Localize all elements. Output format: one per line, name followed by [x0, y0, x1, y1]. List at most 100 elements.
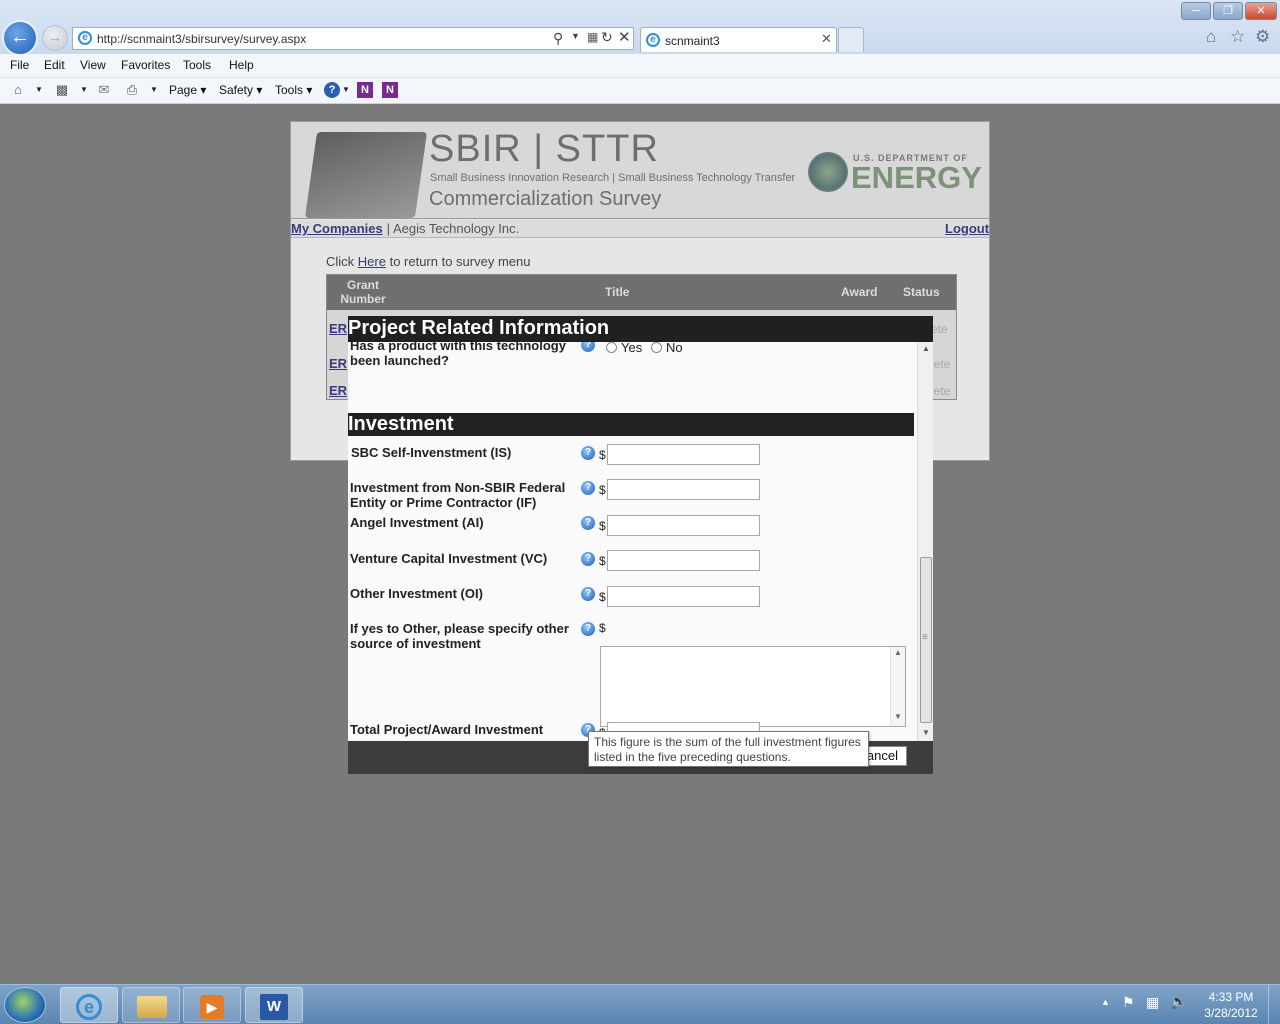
grant-link[interactable]: ER	[329, 383, 347, 398]
home-icon[interactable]: ⌂	[1206, 27, 1216, 47]
col-title: Title	[605, 285, 630, 299]
return-text-after: to return to survey menu	[385, 254, 531, 269]
help-dropdown-icon[interactable]: ▼	[342, 85, 350, 94]
federal-investment-input[interactable]	[607, 479, 760, 500]
self-investment-input[interactable]	[607, 444, 760, 465]
back-button[interactable]: ←	[2, 20, 38, 56]
scroll-up-icon[interactable]: ▲	[922, 344, 930, 353]
help-icon[interactable]: ?	[581, 342, 595, 352]
logout-link[interactable]: Logout	[945, 221, 989, 236]
taskbar-media-button[interactable]: ▶	[183, 987, 241, 1023]
system-clock[interactable]: 4:33 PM 3/28/2012	[1196, 989, 1266, 1021]
col-award: Award	[841, 285, 878, 299]
dialog-title: Project Related Information	[348, 316, 933, 342]
taskbar: e ▶ W ▲ ⚑ ▦ 🔈 4:33 PM 3/28/2012	[0, 984, 1280, 1024]
safety-menu[interactable]: Safety ▾	[219, 83, 262, 97]
project-info-dialog: Project Related Information Has a produc…	[348, 316, 933, 774]
favorites-star-icon[interactable]: ☆	[1230, 27, 1245, 47]
grants-table-header: Grant Number Title Award Status	[327, 275, 956, 310]
minimize-button[interactable]: ─	[1181, 2, 1211, 20]
network-icon[interactable]: ▦	[1146, 994, 1159, 1011]
help-cmd-icon[interactable]: ?	[324, 82, 340, 98]
show-hidden-icons[interactable]: ▲	[1101, 997, 1110, 1007]
menu-tools[interactable]: Tools	[183, 58, 211, 72]
search-icon[interactable]: ⚲	[553, 30, 563, 47]
field-label-ai: Angel Investment (AI)	[350, 515, 484, 530]
feeds-icon[interactable]: ▩	[54, 82, 70, 98]
volume-icon[interactable]: 🔈	[1170, 993, 1187, 1010]
start-button[interactable]	[4, 987, 46, 1023]
investment-section-header: Investment	[348, 413, 914, 436]
grant-link[interactable]: ER	[329, 321, 347, 336]
row-status: ete	[931, 322, 948, 336]
venture-capital-input[interactable]	[607, 550, 760, 571]
dialog-scrollbar[interactable]: ▲ ≡ ▼	[917, 342, 933, 741]
clock-time: 4:33 PM	[1208, 990, 1254, 1004]
close-window-button[interactable]: ✕	[1245, 2, 1277, 20]
grant-link[interactable]: ER	[329, 356, 347, 371]
radio-yes[interactable]	[606, 342, 617, 353]
banner-brand: SBIR | STTR	[429, 128, 659, 170]
grip-icon: ≡	[922, 632, 928, 643]
field-label-oi: Other Investment (OI)	[350, 586, 483, 601]
menu-favorites[interactable]: Favorites	[121, 58, 170, 72]
menu-view[interactable]: View	[80, 58, 106, 72]
other-source-textarea[interactable]: ▲ ▼	[600, 646, 906, 727]
taskbar-ie-button[interactable]: e	[60, 987, 118, 1023]
radio-no[interactable]	[651, 342, 662, 353]
page-menu[interactable]: Page ▾	[169, 83, 206, 97]
help-icon[interactable]: ?	[581, 516, 595, 530]
other-investment-input[interactable]	[607, 586, 760, 607]
browser-tab-active[interactable]: e scnmaint3 ✕	[640, 27, 837, 52]
onenote-icon[interactable]: N	[357, 82, 373, 98]
restore-button[interactable]: ❐	[1213, 2, 1243, 20]
show-desktop-button[interactable]	[1268, 985, 1280, 1024]
ie-page-icon: e	[78, 31, 92, 45]
feeds-dropdown-icon[interactable]: ▼	[80, 85, 88, 94]
doe-energy-text: ENERGY	[851, 160, 982, 195]
forward-button[interactable]: →	[42, 25, 68, 51]
new-tab-button[interactable]	[838, 27, 864, 52]
folder-icon	[137, 996, 167, 1018]
action-center-flag-icon[interactable]: ⚑	[1122, 994, 1135, 1011]
stop-icon[interactable]: ✕	[618, 28, 631, 46]
help-icon[interactable]: ?	[581, 481, 595, 495]
scroll-down-icon[interactable]: ▼	[894, 712, 902, 721]
print-dropdown-icon[interactable]: ▼	[150, 85, 158, 94]
help-icon[interactable]: ?	[581, 587, 595, 601]
address-url[interactable]: http://scnmaint3/sbirsurvey/survey.aspx	[97, 32, 306, 46]
mail-icon[interactable]: ✉	[96, 82, 112, 98]
textarea-scrollbar[interactable]: ▲ ▼	[890, 647, 905, 726]
radio-no-label: No	[666, 342, 683, 355]
help-icon[interactable]: ?	[581, 552, 595, 566]
address-bar[interactable]: e http://scnmaint3/sbirsurvey/survey.asp…	[72, 27, 634, 50]
taskbar-word-button[interactable]: W	[245, 987, 303, 1023]
onenote-linked-icon[interactable]: N	[382, 82, 398, 98]
print-icon[interactable]: ⎙	[124, 82, 140, 98]
settings-gear-icon[interactable]: ⚙	[1255, 27, 1270, 47]
angel-investment-input[interactable]	[607, 515, 760, 536]
menu-edit[interactable]: Edit	[44, 58, 65, 72]
field-label-if: Investment from Non-SBIR Federal Entity …	[350, 480, 566, 510]
home-dropdown-icon[interactable]: ▼	[35, 85, 43, 94]
tab-title: scnmaint3	[665, 34, 720, 48]
return-here-link[interactable]: Here	[358, 254, 386, 269]
help-icon[interactable]: ?	[581, 446, 595, 460]
compatibility-view-icon[interactable]: ▦	[587, 30, 598, 44]
my-companies-link[interactable]: My Companies	[291, 221, 383, 236]
menu-file[interactable]: File	[10, 58, 29, 72]
help-icon[interactable]: ?	[581, 622, 595, 636]
tab-ie-icon: e	[646, 33, 660, 47]
scroll-down-icon[interactable]: ▼	[922, 728, 930, 737]
menu-help[interactable]: Help	[229, 58, 254, 72]
tab-close-icon[interactable]: ✕	[821, 31, 832, 47]
refresh-icon[interactable]: ↻	[601, 29, 613, 46]
search-dropdown-icon[interactable]: ▼	[571, 31, 580, 41]
field-label-vc: Venture Capital Investment (VC)	[350, 551, 548, 566]
tools-menu[interactable]: Tools ▾	[275, 83, 312, 97]
scroll-thumb[interactable]: ≡	[920, 557, 932, 723]
taskbar-explorer-button[interactable]	[122, 987, 180, 1023]
home-cmd-icon[interactable]: ⌂	[10, 82, 26, 98]
scroll-up-icon[interactable]: ▲	[894, 648, 902, 657]
company-name: Aegis Technology Inc.	[393, 221, 520, 236]
